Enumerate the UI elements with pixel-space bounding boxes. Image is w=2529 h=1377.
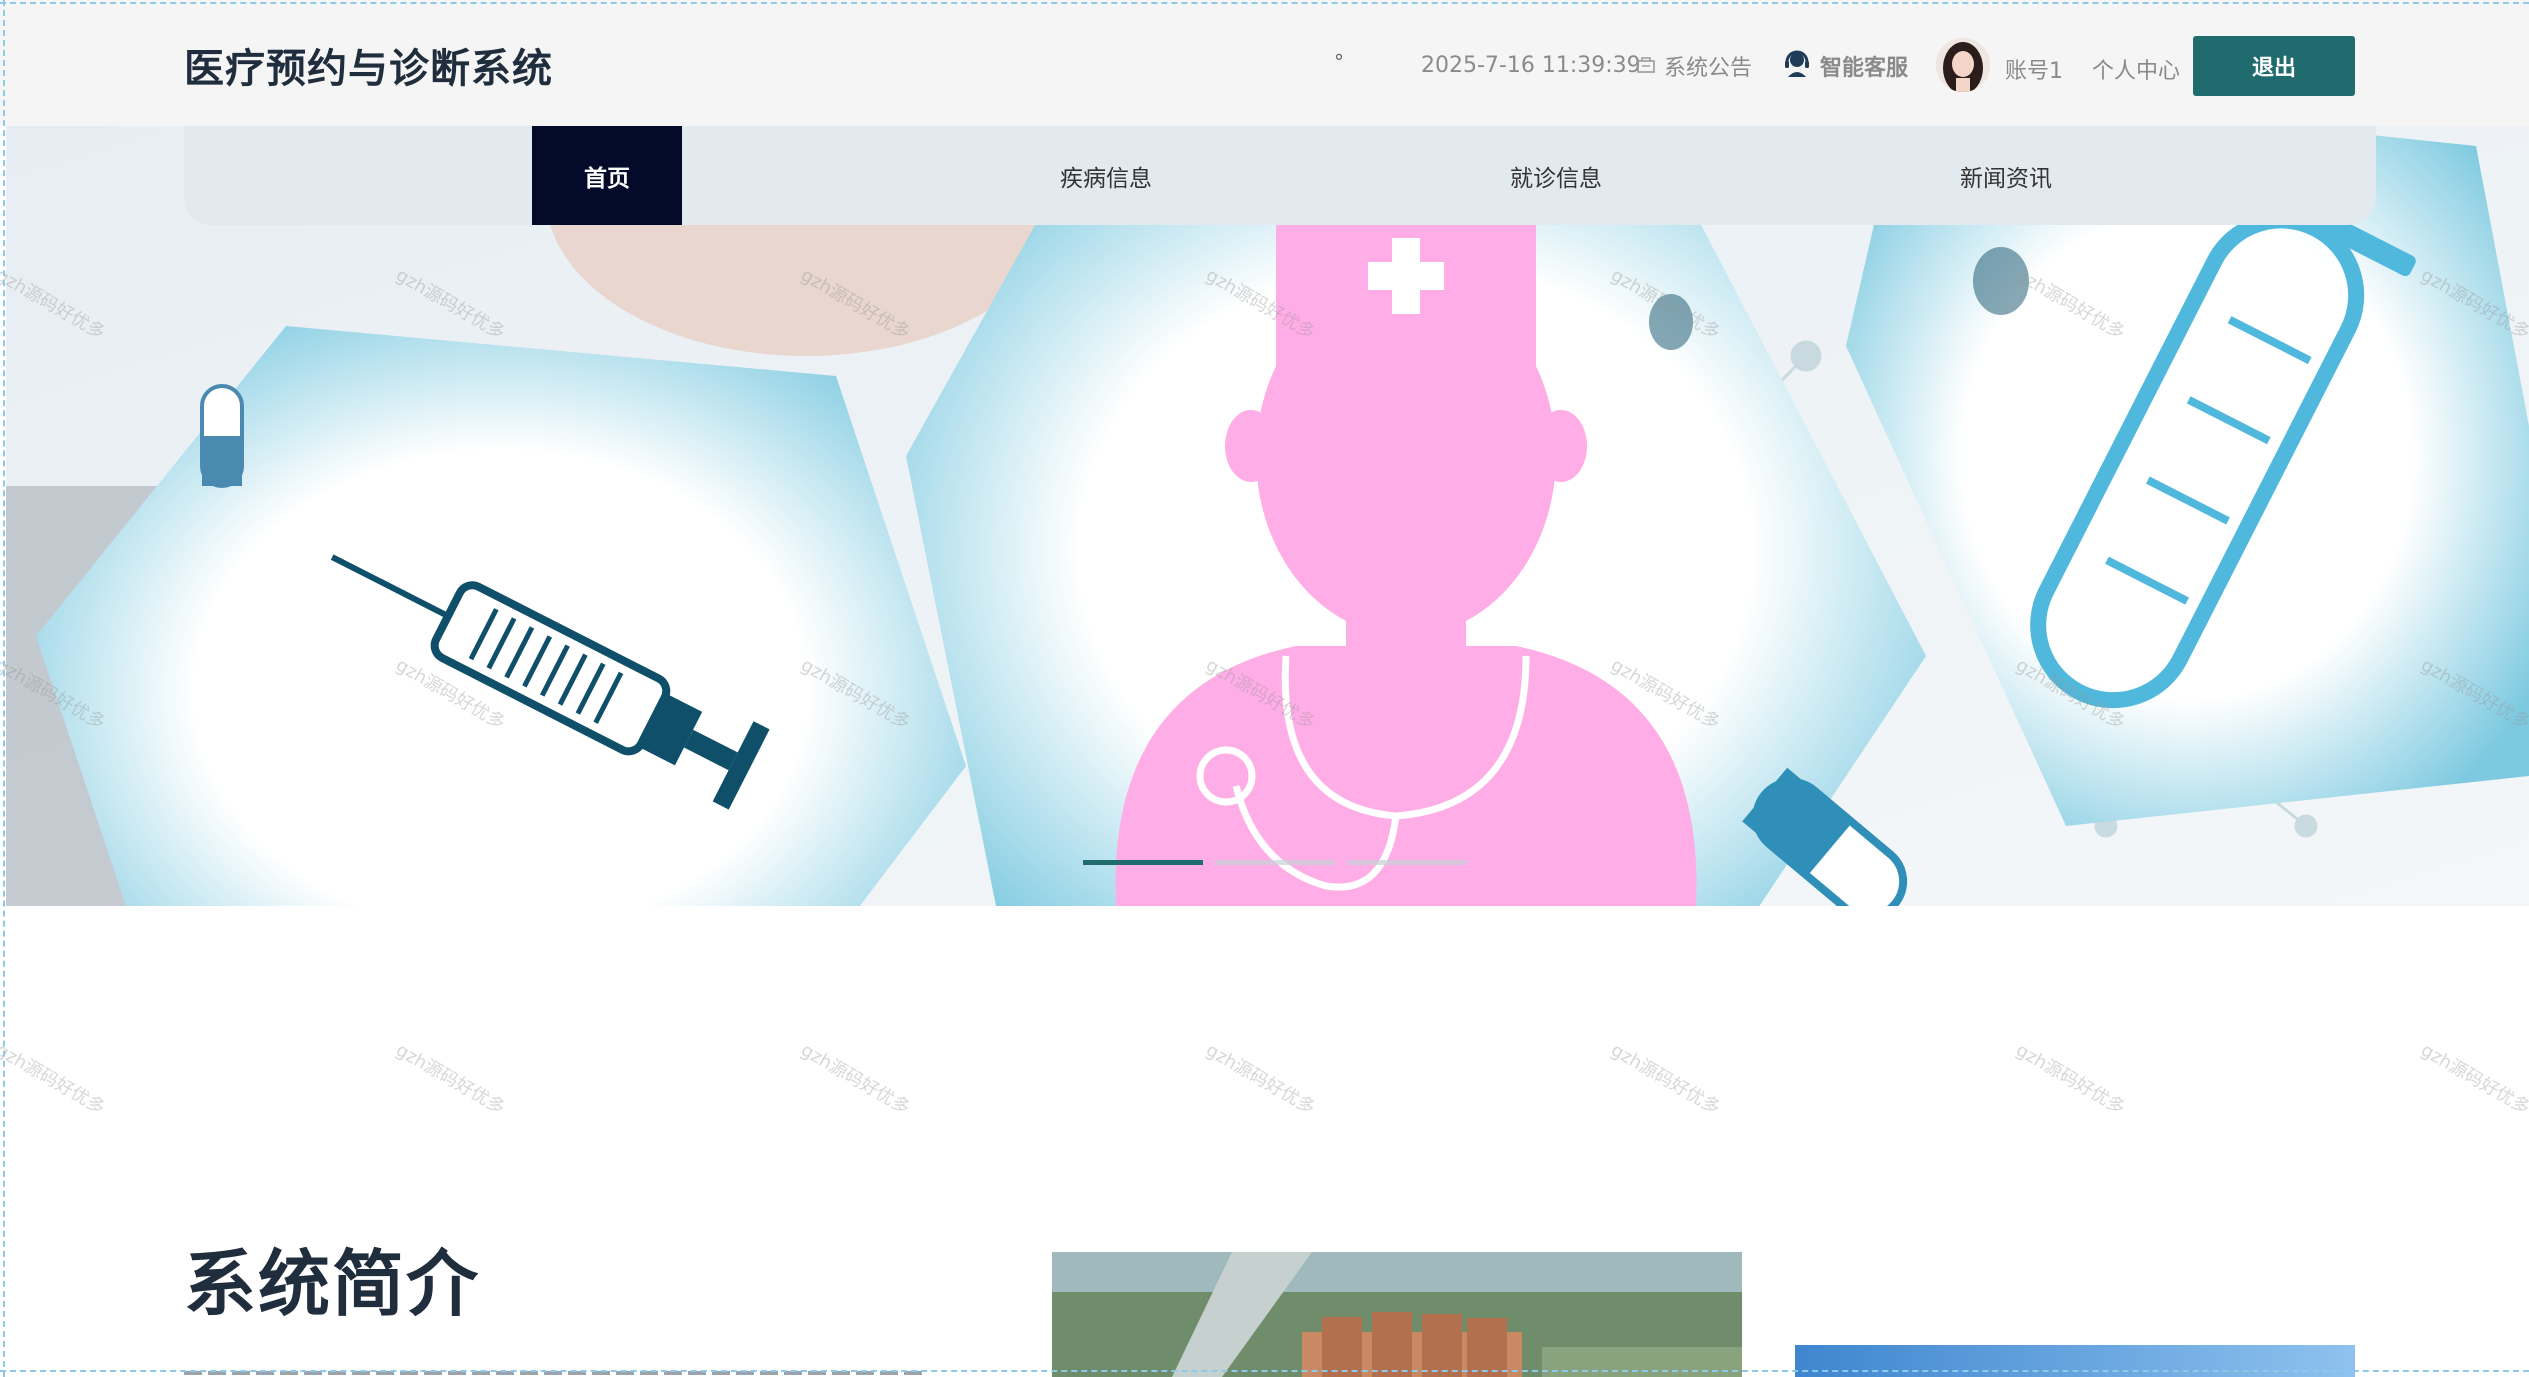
intro-secondary-image — [1795, 1345, 2355, 1377]
frame-guide-bottom — [0, 1370, 2529, 1372]
watermark: gzh源码好优多 — [0, 1039, 109, 1119]
account-name[interactable]: 账号1 — [2005, 53, 2063, 85]
current-datetime: 2025-7-16 11:39:39 — [1421, 53, 1641, 78]
watermark: gzh源码好优多 — [392, 1039, 509, 1119]
banner-illustration — [6, 126, 2529, 906]
logout-button[interactable]: 退出 — [2193, 36, 2355, 96]
carousel-indicators — [1083, 860, 1467, 865]
smart-service-link[interactable]: 智能客服 — [1782, 48, 1908, 84]
smart-service-label: 智能客服 — [1820, 56, 1909, 81]
frame-guide-top — [0, 2, 2529, 4]
frame-guide-left — [3, 0, 5, 1377]
watermark: gzh源码好优多 — [2417, 1039, 2529, 1119]
system-notice-link[interactable]: 系统公告 — [1636, 50, 1752, 82]
watermark: gzh源码好优多 — [1202, 1039, 1319, 1119]
intro-hospital-image — [1052, 1252, 1742, 1377]
nav-item-home[interactable]: 首页 — [532, 126, 682, 225]
nav-item-news[interactable]: 新闻资讯 — [1826, 126, 2186, 225]
watermark: gzh源码好优多 — [2012, 1039, 2129, 1119]
system-intro-text — [184, 1360, 924, 1377]
nav-item-visit-info[interactable]: 就诊信息 — [1376, 126, 1736, 225]
main-nav: 首页 疾病信息 就诊信息 新闻资讯 — [184, 126, 2376, 225]
headset-icon — [1782, 48, 1812, 84]
notice-icon — [1636, 54, 1656, 79]
watermark: gzh源码好优多 — [797, 1039, 914, 1119]
carousel-indicator-3[interactable] — [1347, 860, 1467, 865]
carousel-indicator-1[interactable] — [1083, 860, 1203, 865]
carousel-indicator-2[interactable] — [1215, 860, 1335, 865]
top-header: 医疗预约与诊断系统 ° 2025-7-16 11:39:39 系统公告 智能客服… — [0, 0, 2529, 126]
system-notice-label: 系统公告 — [1664, 56, 1753, 81]
nav-item-disease-info[interactable]: 疾病信息 — [926, 126, 1286, 225]
watermark: gzh源码好优多 — [1607, 1039, 1724, 1119]
hero-banner[interactable] — [6, 126, 2529, 906]
site-title: 医疗预约与诊断系统 — [184, 46, 553, 92]
profile-center-link[interactable]: 个人中心 — [2092, 53, 2180, 85]
system-intro-title: 系统简介 — [184, 1242, 481, 1326]
header-dot: ° — [1334, 50, 1344, 74]
user-avatar[interactable] — [1936, 38, 1990, 92]
